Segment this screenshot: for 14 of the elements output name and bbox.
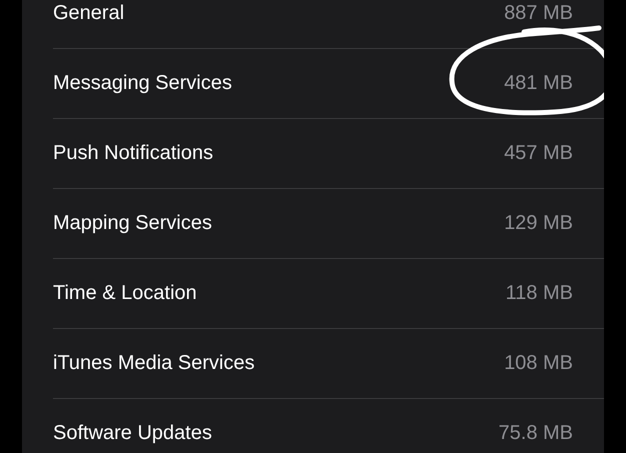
- item-name: Push Notifications: [53, 141, 214, 166]
- item-name: Messaging Services: [53, 71, 232, 96]
- item-name: Software Updates: [53, 421, 212, 446]
- item-name: Mapping Services: [53, 211, 212, 236]
- item-name: Time & Location: [53, 281, 197, 306]
- item-size: 118 MB: [506, 281, 573, 306]
- item-size: 887 MB: [504, 1, 573, 26]
- item-size: 75.8 MB: [498, 421, 573, 446]
- item-size: 108 MB: [504, 351, 573, 376]
- item-name: General: [53, 1, 124, 26]
- item-name: iTunes Media Services: [53, 351, 255, 376]
- item-size: 481 MB: [504, 68, 573, 98]
- item-size: 457 MB: [504, 141, 573, 166]
- item-size: 129 MB: [504, 211, 573, 236]
